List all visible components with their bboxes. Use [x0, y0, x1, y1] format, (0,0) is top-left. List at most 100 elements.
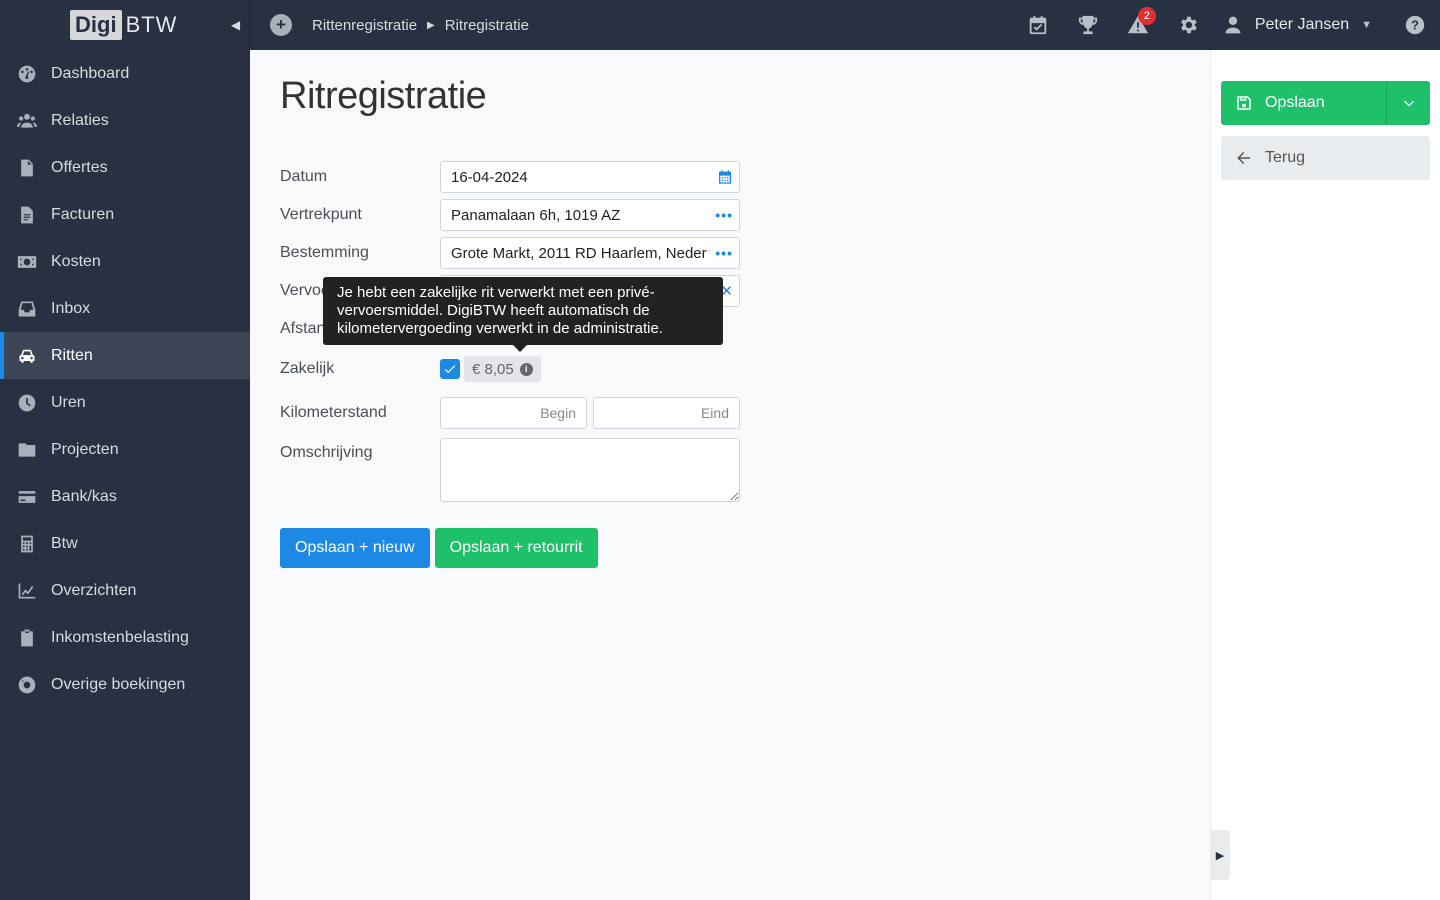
inbox-icon	[15, 299, 39, 319]
sidebar-item-inkomstenbelasting[interactable]: Inkomstenbelasting	[0, 614, 250, 661]
zakelijk-checkbox[interactable]	[440, 359, 460, 379]
km-begin-placeholder: Begin	[540, 405, 576, 421]
users-icon	[15, 111, 39, 131]
save-button[interactable]: Opslaan	[1221, 81, 1386, 125]
sidebar-item-label: Offertes	[51, 158, 108, 176]
form-row-bestemming: Bestemming Grote Markt, 2011 RD Haarlem,…	[280, 234, 1180, 272]
dashboard-icon	[15, 64, 39, 84]
bestemming-value: Grote Markt, 2011 RD Haarlem, Neder	[451, 244, 707, 262]
back-label: Terug	[1265, 149, 1306, 166]
sidebar-item-offertes[interactable]: Offertes	[0, 144, 250, 191]
folder-icon	[15, 440, 39, 460]
sidebar-item-label: Inkomstenbelasting	[51, 628, 189, 646]
logo-digi: Digi	[70, 10, 122, 40]
sidebar-item-projecten[interactable]: Projecten	[0, 426, 250, 473]
sidebar-item-overzichten[interactable]: Overzichten	[0, 567, 250, 614]
calendar-icon[interactable]	[713, 162, 733, 192]
sidebar-item-relaties[interactable]: Relaties	[0, 97, 250, 144]
sidebar-item-label: Overzichten	[51, 581, 137, 599]
right-panel: Opslaan Terug	[1210, 50, 1440, 900]
km-eind-input[interactable]: Eind	[593, 397, 740, 429]
bestemming-field[interactable]: Grote Markt, 2011 RD Haarlem, Neder •••	[440, 237, 740, 269]
omschrijving-label: Omschrijving	[280, 444, 373, 461]
money-icon	[15, 252, 39, 272]
chevron-down-icon: ▼	[1361, 19, 1372, 31]
sidebar-item-label: Bank/kas	[51, 487, 117, 505]
vertrekpunt-field[interactable]: Panamalaan 6h, 1019 AZ •••	[440, 199, 740, 231]
form-row-datum: Datum 16-04-2024	[280, 158, 1180, 196]
sidebar-item-uren[interactable]: Uren	[0, 379, 250, 426]
save-button-group: Opslaan	[1221, 81, 1430, 125]
sidebar-item-ritten[interactable]: Ritten	[0, 332, 250, 379]
sidebar-item-label: Dashboard	[51, 64, 130, 82]
page-title: Ritregistratie	[280, 75, 487, 117]
mileage-allowance-amount: € 8,05	[472, 360, 514, 378]
breadcrumb-item[interactable]: Rittenregistratie	[312, 17, 417, 34]
svg-text:?: ?	[1411, 18, 1419, 33]
mileage-allowance-badge: € 8,05 i	[464, 356, 541, 382]
sidebar-item-label: Facturen	[51, 205, 115, 223]
help-icon[interactable]: ?	[1390, 0, 1440, 50]
alert-icon[interactable]: 2	[1113, 0, 1163, 50]
info-icon[interactable]: i	[519, 362, 533, 376]
form-row-vertrekpunt: Vertrekpunt Panamalaan 6h, 1019 AZ •••	[280, 196, 1180, 234]
add-circle-icon[interactable]: +	[270, 14, 292, 36]
clock-icon	[15, 393, 39, 413]
sidebar-item-inbox[interactable]: Inbox	[0, 285, 250, 332]
sidebar-item-bank-kas[interactable]: Bank/kas	[0, 473, 250, 520]
calendar-check-icon[interactable]	[1013, 0, 1063, 50]
alerts-badge: 2	[1137, 7, 1156, 25]
kilometerstand-group: Begin Eind	[440, 397, 740, 429]
chevron-right-icon: ▶	[427, 19, 435, 31]
save-icon	[1237, 96, 1251, 110]
form-row-kilometerstand: Kilometerstand Begin Eind	[280, 394, 1180, 432]
sidebar: Dashboard Relaties Offertes Facturen Kos…	[0, 50, 250, 900]
form-row-zakelijk: Zakelijk € 8,05 i	[280, 350, 1180, 388]
sidebar-item-label: Relaties	[51, 111, 109, 129]
panel-toggle-button[interactable]: ▶	[1210, 830, 1230, 880]
datum-label: Datum	[280, 168, 328, 185]
sidebar-item-facturen[interactable]: Facturen	[0, 191, 250, 238]
vertrekpunt-label: Vertrekpunt	[280, 206, 362, 223]
invoice-icon	[15, 205, 39, 225]
breadcrumb-current: Ritregistratie	[444, 16, 529, 34]
breadcrumb: + Rittenregistratie ▶ Ritregistratie	[250, 14, 529, 36]
more-icon[interactable]: •••	[711, 238, 733, 268]
more-icon[interactable]: •••	[711, 200, 733, 230]
save-return-button[interactable]: Opslaan + retourrit	[434, 528, 598, 568]
sidebar-item-label: Overige boekingen	[51, 675, 186, 693]
lifering-icon	[15, 675, 39, 695]
sidebar-collapse-button[interactable]: ◀	[222, 0, 250, 50]
sidebar-item-dashboard[interactable]: Dashboard	[0, 50, 250, 97]
kilometerstand-label: Kilometerstand	[280, 404, 387, 421]
gear-icon[interactable]	[1163, 0, 1213, 50]
logo-btw: BTW	[125, 12, 178, 37]
sidebar-item-btw[interactable]: Btw	[0, 520, 250, 567]
arrow-left-icon	[1237, 152, 1250, 164]
vertrekpunt-value: Panamalaan 6h, 1019 AZ	[451, 206, 621, 224]
sidebar-item-label: Inbox	[51, 299, 91, 317]
sidebar-item-label: Uren	[51, 393, 86, 411]
sidebar-item-overige-boekingen[interactable]: Overige boekingen	[0, 661, 250, 708]
back-button[interactable]: Terug	[1221, 136, 1430, 180]
tooltip: Je hebt een zakelijke rit verwerkt met e…	[323, 277, 723, 352]
datum-field[interactable]: 16-04-2024	[440, 161, 740, 193]
km-begin-input[interactable]: Begin	[440, 397, 587, 429]
car-icon	[15, 346, 39, 366]
trophy-icon[interactable]	[1063, 0, 1113, 50]
sidebar-item-label: Projecten	[51, 440, 119, 458]
logo[interactable]: Digi BTW	[70, 10, 177, 40]
save-label: Opslaan	[1265, 94, 1325, 111]
omschrijving-textarea[interactable]	[440, 438, 740, 502]
file-icon	[15, 158, 39, 178]
user-icon	[1225, 16, 1241, 34]
save-new-button[interactable]: Opslaan + nieuw	[280, 528, 430, 568]
sidebar-item-label: Ritten	[51, 346, 93, 364]
sidebar-item-label: Btw	[51, 534, 78, 552]
chart-icon	[15, 581, 39, 601]
user-menu[interactable]: Peter Jansen ▼	[1213, 15, 1390, 35]
bestemming-label: Bestemming	[280, 244, 369, 261]
sidebar-item-kosten[interactable]: Kosten	[0, 238, 250, 285]
save-dropdown-button[interactable]	[1386, 81, 1430, 125]
top-bar: Digi BTW ◀ + Rittenregistratie ▶ Ritregi…	[0, 0, 1440, 50]
